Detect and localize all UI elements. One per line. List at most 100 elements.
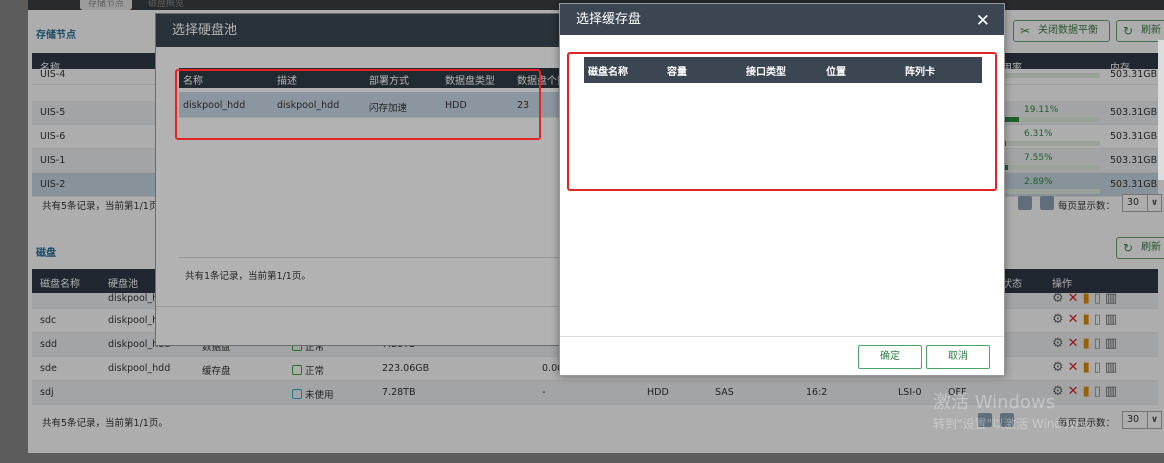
node-util-pct: 19.11% [1024,105,1059,115]
disk-per-page-select[interactable]: 30 ∨ [1122,411,1162,429]
confirm-button[interactable]: 确定 [858,345,922,369]
balance-icon: ✂ [1020,24,1031,38]
disks-section-title: 磁盘 [36,248,56,259]
nodes-section-title: 存储节点 [36,30,76,41]
node-mem: 503.31GB [1110,107,1158,118]
col-pool: 硬盘池 [108,279,138,290]
highlight-box-pool [175,69,541,140]
remove-icon[interactable]: ✕ [1068,336,1083,351]
node-name: UIS-6 [40,131,66,142]
disks-summary: 共有5条记录，当前第1/1页。 [42,418,168,429]
disk-status-label: 未使用 [305,390,334,401]
disk-name: sdj [40,387,54,398]
chevron-down-icon: ∨ [1147,412,1161,428]
disk-usage: - [542,387,546,398]
disk-status-label: 正常 [305,366,325,377]
refresh-icon: ↻ [1123,24,1134,38]
disk-status: 未使用 [292,387,334,401]
node-name: UIS-4 [40,69,66,80]
node-name: UIS-1 [40,155,66,166]
trash-icon[interactable]: ▯ [1094,291,1105,306]
gear-icon[interactable]: ⚙ [1052,312,1068,327]
divider [560,336,1004,337]
disk-ops: ⚙✕▮▯▥ [1052,336,1121,351]
trash-icon[interactable]: ▯ [1094,360,1105,375]
disk-pool: diskpool_h [108,293,159,304]
columns-icon[interactable]: ▥ [1105,312,1121,327]
trash-icon[interactable]: ▯ [1094,384,1105,399]
pool-summary: 共有1条记录，当前第1/1页。 [185,271,311,282]
disk-location: 16:2 [806,387,828,398]
disk-role: 缓存盘 [202,366,231,377]
disk-name: sde [40,363,57,374]
divider [156,306,606,307]
select-pool-dialog: 选择硬盘池 名称 描述 部署方式 数据盘类型 数据盘个数 diskpool_hd… [155,13,607,346]
columns-icon[interactable]: ▥ [1105,360,1121,375]
refresh-icon: ↻ [1123,241,1134,255]
close-icon[interactable]: ✕ [976,11,990,31]
disk-size: 7.28TB [382,387,416,398]
columns-icon[interactable]: ▥ [1105,336,1121,351]
disk-name: sdd [40,339,58,350]
disk-ops: ⚙✕▮▯▥ [1052,312,1121,327]
pager-last[interactable] [1040,196,1054,210]
disk-pool: diskpool_h [108,315,159,326]
light-icon[interactable]: ▮ [1083,360,1094,375]
divider [179,257,579,258]
node-name: UIS-5 [40,107,66,118]
node-util-pct: 6.31% [1024,129,1053,139]
col-ops: 操作 [1052,279,1072,290]
scrollbar[interactable] [1158,40,1164,180]
remove-icon[interactable]: ✕ [1068,384,1083,399]
highlight-box-cache [567,52,997,191]
light-icon[interactable]: ▮ [1083,291,1094,306]
node-util-bar [1000,141,1100,146]
disk-type: HDD [647,387,669,398]
disk-pool: diskpool_hdd [108,363,171,374]
disk-ops: ⚙✕▮▯▥ [1052,384,1121,399]
remove-icon[interactable]: ✕ [1068,291,1083,306]
select-cache-disk-dialog-title: 选择缓存盘 [560,4,1004,35]
node-mem: 503.31GB [1110,179,1158,190]
light-icon[interactable]: ▮ [1083,384,1094,399]
node-mem: 503.31GB [1110,155,1158,166]
col-disk-name: 磁盘名称 [40,279,80,290]
gear-icon[interactable]: ⚙ [1052,336,1068,351]
disk-ops: ⚙✕▮▯▥ [1052,360,1121,375]
trash-icon[interactable]: ▯ [1094,336,1105,351]
per-page-select[interactable]: 30 ∨ [1122,194,1162,212]
light-icon[interactable]: ▮ [1083,336,1094,351]
pager-next[interactable] [1018,196,1032,210]
node-name: UIS-2 [40,179,66,190]
disk-status: 正常 [292,363,324,377]
refresh-disks-button[interactable]: ↻ 刷新 [1116,237,1164,259]
close-balance-button[interactable]: ✂ 关闭数据平衡 [1013,20,1110,42]
disk-size: 223.06GB [382,363,430,374]
nodes-summary: 共有5条记录，当前第1/1页 [42,201,159,212]
node-mem: 503.31GB [1110,69,1158,80]
per-page-label: 每页显示数： [1058,201,1116,212]
tab-disk-overview[interactable]: 磁盘概览 [140,0,192,10]
node-util-pct: 2.89% [1024,177,1053,187]
columns-icon[interactable]: ▥ [1105,291,1121,306]
cancel-button[interactable]: 取消 [926,345,990,369]
node-util-pct: 7.55% [1024,153,1053,163]
node-mem: 503.31GB [1110,131,1158,142]
disk-interface: SAS [715,387,734,398]
disk-status-icon [292,389,302,399]
chevron-down-icon: ∨ [1147,195,1161,211]
node-util-bar [1000,117,1100,122]
remove-icon[interactable]: ✕ [1068,360,1083,375]
trash-icon[interactable]: ▯ [1094,312,1105,327]
tab-storage-nodes[interactable]: 存储节点 [80,0,133,10]
remove-icon[interactable]: ✕ [1068,312,1083,327]
columns-icon[interactable]: ▥ [1105,384,1121,399]
node-util-bar [1000,165,1100,170]
activation-watermark-text: 转到"设置"以激活 Windows。 [933,417,1098,431]
refresh-nodes-button[interactable]: ↻ 刷新 [1116,20,1164,42]
gear-icon[interactable]: ⚙ [1052,291,1068,306]
disk-name: sdc [40,315,57,326]
light-icon[interactable]: ▮ [1083,312,1094,327]
disk-raid-card: LSI-0 [898,387,922,398]
gear-icon[interactable]: ⚙ [1052,360,1068,375]
